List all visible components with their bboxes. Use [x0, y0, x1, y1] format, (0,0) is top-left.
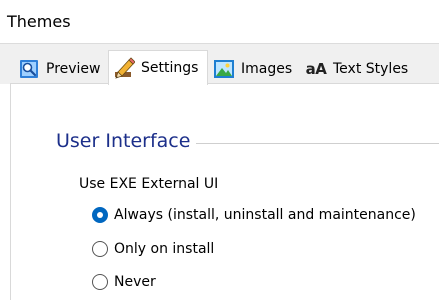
tab-images[interactable]: Images [209, 54, 300, 83]
tab-settings-label: Settings [141, 60, 199, 76]
title-bar: Themes [0, 0, 439, 44]
section-title: User Interface [56, 130, 191, 152]
tab-preview-label: Preview [46, 60, 101, 77]
text-styles-icon: aA [305, 59, 327, 78]
radio-never[interactable]: Never [92, 274, 156, 290]
image-icon [213, 58, 235, 80]
radio-only-on-install-label: Only on install [114, 241, 215, 257]
tab-text-styles-label: Text Styles [333, 60, 409, 77]
tab-settings[interactable]: Settings [108, 50, 208, 85]
radio-button-unchecked[interactable] [92, 274, 108, 290]
radio-only-on-install[interactable]: Only on install [92, 241, 214, 257]
radio-never-label: Never [114, 274, 156, 290]
tab-text-styles[interactable]: aA Text Styles [301, 54, 421, 83]
radio-button-unchecked[interactable] [92, 241, 108, 257]
pencil-icon [113, 57, 135, 79]
radio-always[interactable]: Always (install, uninstall and maintenan… [92, 207, 416, 223]
tab-preview[interactable]: Preview [14, 54, 108, 83]
tab-images-label: Images [241, 60, 293, 77]
themes-window: Themes Preview Settings Images aA Text S… [0, 0, 439, 300]
preview-icon [18, 58, 40, 80]
ui-option-label: Use EXE External UI [79, 176, 219, 192]
window-title: Themes [7, 12, 71, 31]
section-divider [196, 143, 439, 144]
radio-always-label: Always (install, uninstall and maintenan… [114, 207, 416, 223]
tab-panel [10, 83, 439, 300]
radio-button-checked[interactable] [92, 207, 108, 223]
